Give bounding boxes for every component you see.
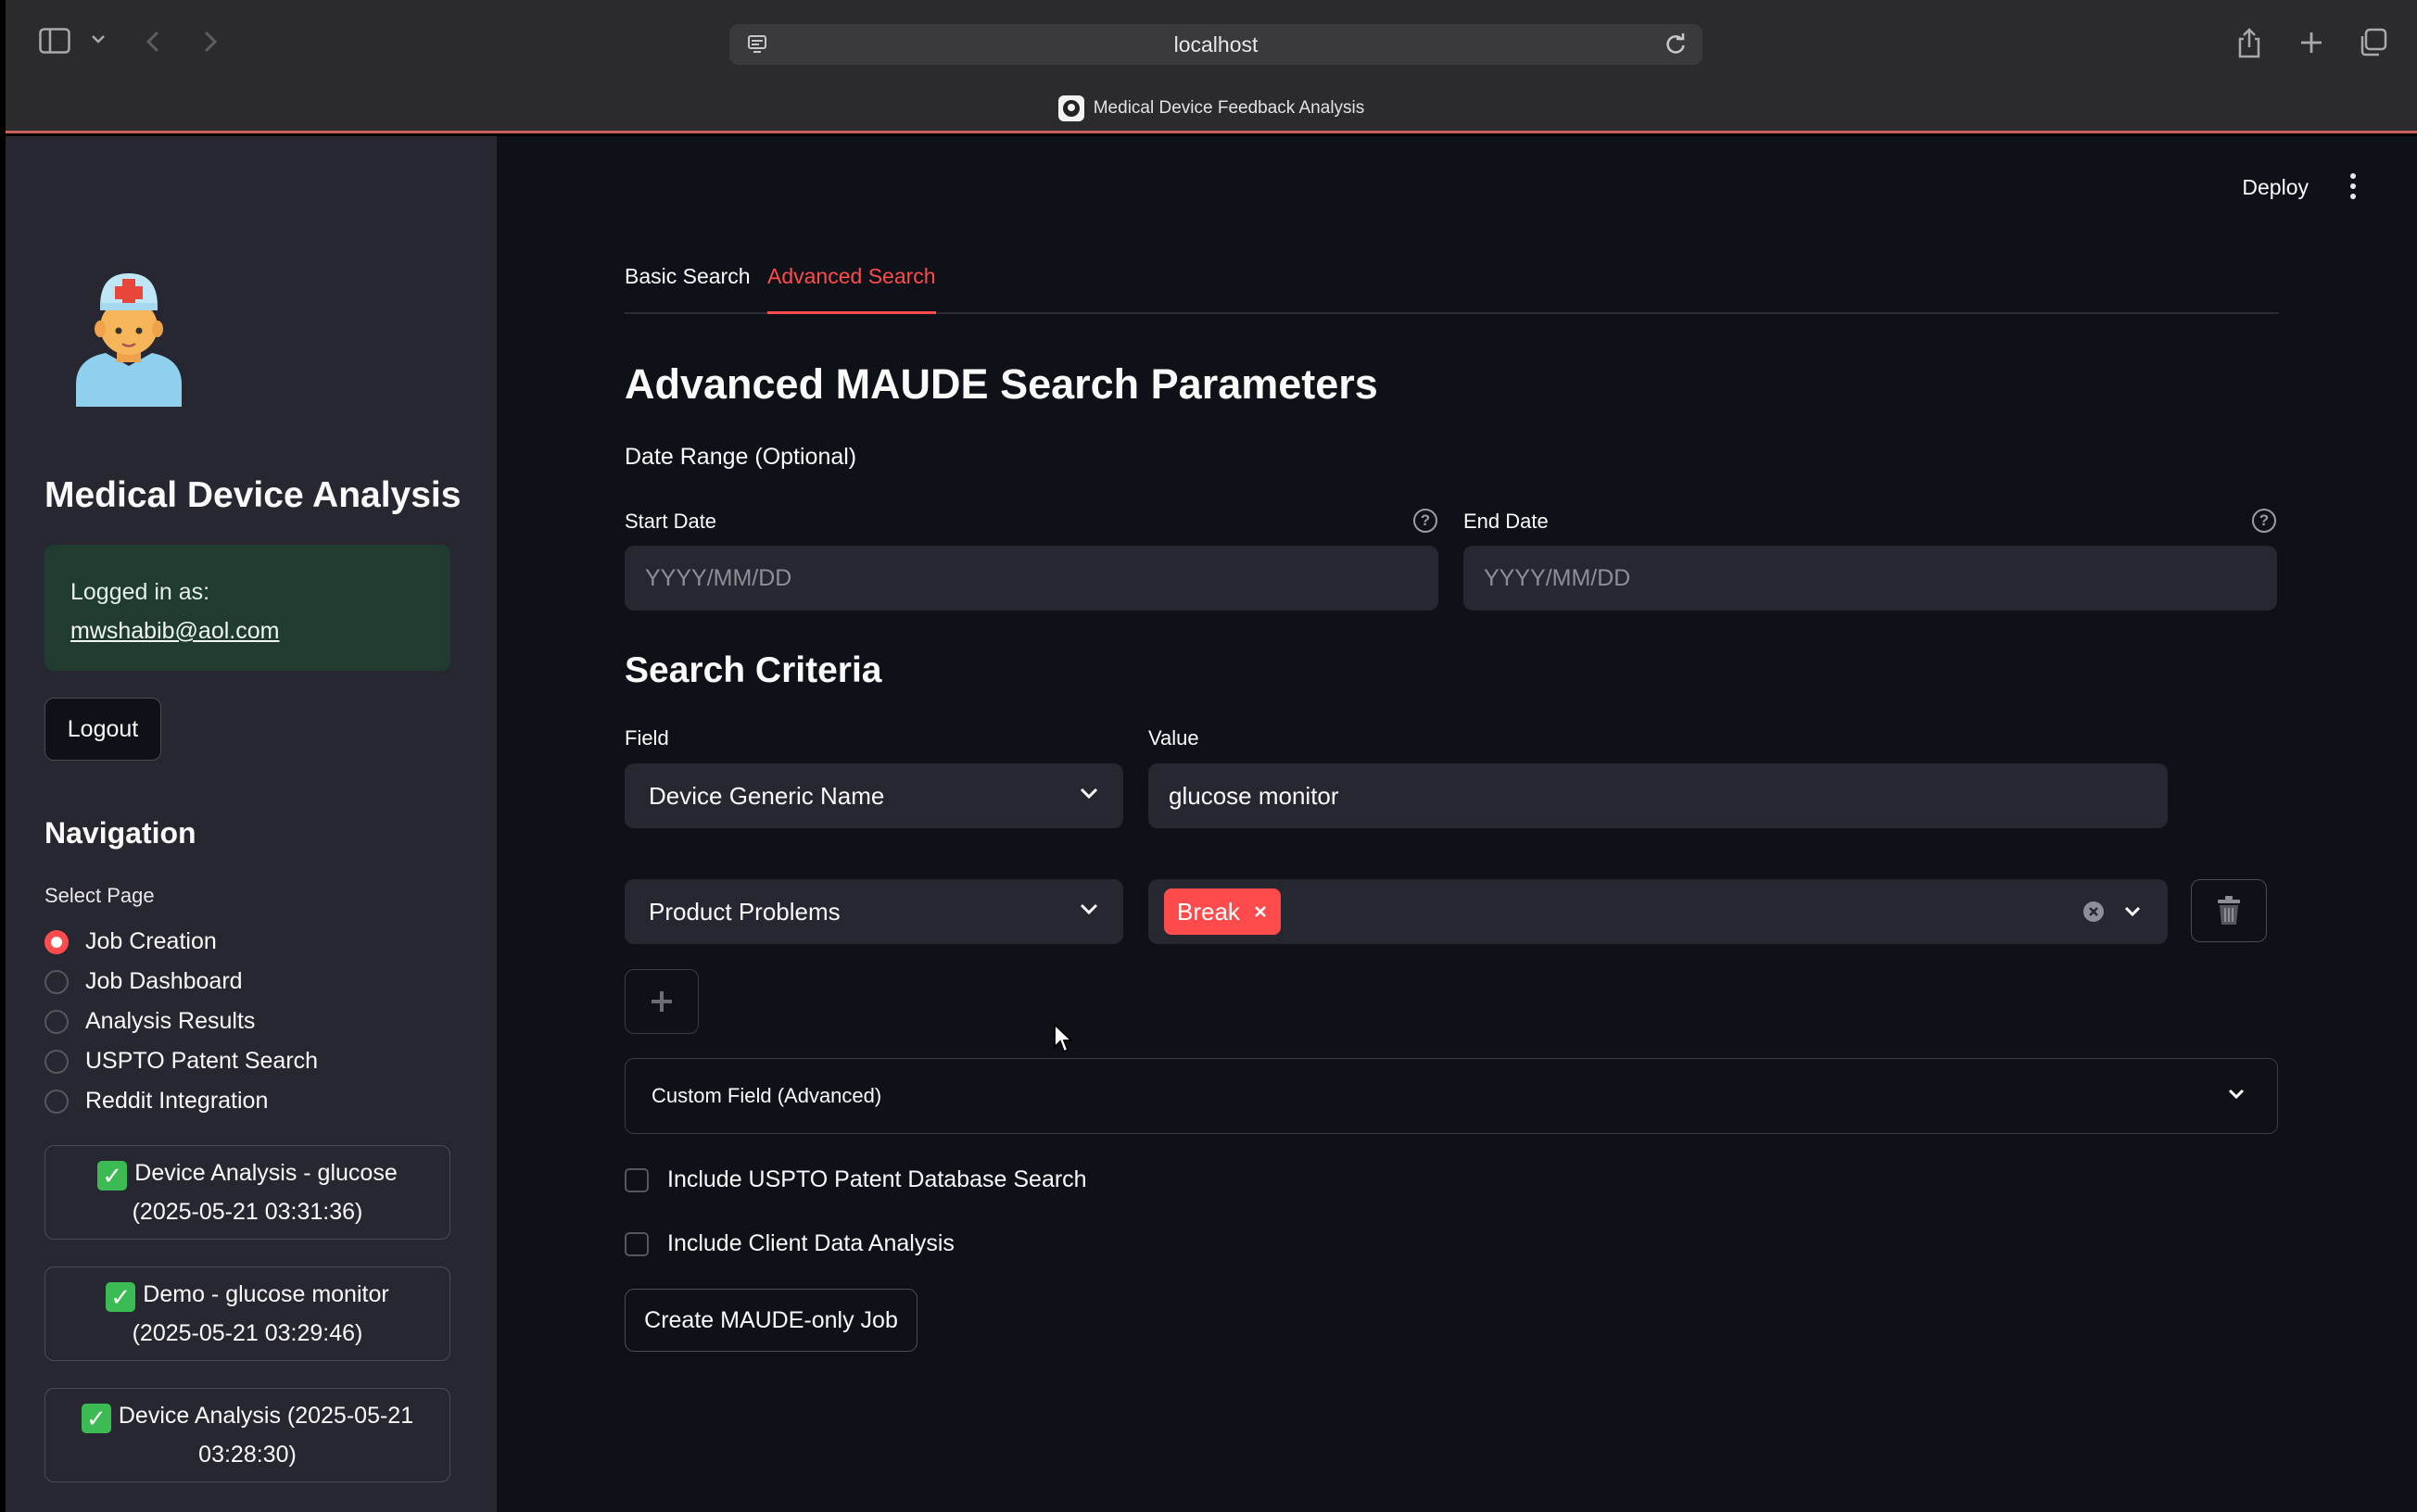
job-card[interactable]: ✓ Device Analysis - glucose (2025-05-21 0…: [44, 1145, 450, 1240]
app-favicon-icon: [1057, 95, 1084, 121]
job-title: Device Analysis - glucose: [134, 1160, 398, 1186]
forward-icon[interactable]: [202, 30, 219, 54]
main-content: Deploy Basic Search Advanced Search Adva…: [497, 136, 2417, 1512]
nav-radio-uspto-patent-search[interactable]: USPTO Patent Search: [44, 1048, 318, 1075]
app-title: Medical Device Analysis: [44, 475, 462, 515]
nav-radio-label: Job Dashboard: [85, 968, 243, 994]
chevron-down-icon[interactable]: [1079, 787, 1099, 800]
job-timestamp: (2025-05-21 03:31:36): [132, 1199, 363, 1225]
login-email-link[interactable]: mwshabib@aol.com: [70, 611, 424, 650]
delete-row-button[interactable]: [2191, 879, 2267, 942]
date-range-label: Date Range (Optional): [625, 444, 857, 470]
radio-icon[interactable]: [44, 1049, 69, 1074]
reload-icon[interactable]: [1664, 32, 1688, 61]
login-label: Logged in as:: [70, 579, 210, 605]
nav-radio-label: Reddit Integration: [85, 1088, 269, 1114]
logout-button[interactable]: Logout: [44, 698, 161, 761]
sidebar-toggle-icon[interactable]: [39, 28, 70, 54]
field-select-row1[interactable]: Device Generic Name: [625, 763, 1123, 828]
nav-radio-job-creation[interactable]: Job Creation: [44, 928, 217, 955]
radio-icon[interactable]: [44, 1009, 69, 1034]
nav-radio-label: Job Creation: [85, 928, 217, 954]
field-select-row2[interactable]: Product Problems: [625, 879, 1123, 944]
tab-overview-icon[interactable]: [2358, 28, 2387, 57]
chevron-down-icon[interactable]: [91, 33, 106, 44]
job-title: Device Analysis (2025-05-21: [118, 1403, 414, 1429]
add-criteria-button[interactable]: [625, 969, 699, 1034]
checkbox-icon[interactable]: [625, 1231, 649, 1256]
start-date-input[interactable]: YYYY/MM/DD: [625, 546, 1438, 611]
nav-radio-analysis-results[interactable]: Analysis Results: [44, 1008, 255, 1035]
job-timestamp: (2025-05-21 03:29:46): [132, 1320, 363, 1346]
radio-icon[interactable]: [44, 969, 69, 994]
radio-icon[interactable]: [44, 1089, 69, 1114]
search-criteria-heading: Search Criteria: [625, 650, 882, 690]
expander-label: Custom Field (Advanced): [652, 1084, 882, 1107]
browser-chrome: localhost Medical Device Feedback Analys…: [6, 0, 2417, 133]
end-date-input[interactable]: YYYY/MM/DD: [1463, 546, 2277, 611]
field-label: Field: [625, 726, 669, 750]
checkbox-label: Include USPTO Patent Database Search: [667, 1166, 1087, 1192]
help-icon[interactable]: ?: [1413, 509, 1437, 533]
search-tabs: Basic Search Advanced Search: [625, 264, 2279, 314]
custom-field-expander[interactable]: Custom Field (Advanced): [625, 1058, 2278, 1134]
nav-radio-job-dashboard[interactable]: Job Dashboard: [44, 968, 243, 995]
selected-tag: Break: [1164, 888, 1281, 935]
url-text: localhost: [1173, 32, 1259, 57]
job-card[interactable]: ✓ Demo - glucose monitor (2025-05-21 03:2…: [44, 1266, 450, 1361]
value-label: Value: [1148, 726, 1199, 750]
tab-basic-search[interactable]: Basic Search: [625, 264, 751, 314]
value-multiselect-row2[interactable]: [1148, 879, 2168, 944]
mouse-cursor-icon: [1054, 1023, 1074, 1053]
deploy-button[interactable]: Deploy: [2242, 175, 2309, 200]
field-select-value: Product Problems: [649, 897, 841, 926]
site-settings-icon[interactable]: [746, 33, 768, 60]
client-data-checkbox-row[interactable]: Include Client Data Analysis: [625, 1230, 955, 1257]
job-card[interactable]: ✓ Device Analysis (2025-05-21 03:28:30): [44, 1388, 450, 1482]
doctor-avatar-icon: [69, 266, 189, 411]
share-icon[interactable]: [2235, 28, 2263, 59]
chevron-down-icon[interactable]: [2227, 1088, 2246, 1100]
field-select-value: Device Generic Name: [649, 781, 885, 810]
remove-tag-icon[interactable]: [1253, 904, 1268, 919]
address-bar[interactable]: localhost: [729, 24, 1702, 65]
tab-title: Medical Device Feedback Analysis: [1093, 98, 1365, 118]
back-icon[interactable]: [145, 30, 161, 54]
check-mark-icon: ✓: [106, 1282, 136, 1312]
create-job-button[interactable]: Create MAUDE-only Job: [625, 1289, 917, 1352]
plus-icon: [652, 991, 672, 1012]
trash-icon: [2218, 896, 2240, 925]
login-info-box: Logged in as: mwshabib@aol.com: [44, 545, 450, 671]
navigation-heading: Navigation: [44, 816, 196, 850]
chevron-down-icon[interactable]: [2123, 905, 2142, 917]
job-timestamp: 03:28:30): [198, 1442, 297, 1468]
page-title: Advanced MAUDE Search Parameters: [625, 360, 1378, 408]
nav-radio-label: Analysis Results: [85, 1008, 256, 1034]
chevron-down-icon[interactable]: [1079, 902, 1099, 915]
job-title: Demo - glucose monitor: [143, 1281, 389, 1307]
check-mark-icon: ✓: [81, 1404, 111, 1433]
nav-radio-label: USPTO Patent Search: [85, 1048, 319, 1074]
end-date-label: End Date: [1463, 510, 1549, 533]
checkbox-icon[interactable]: [625, 1167, 649, 1192]
value-input-row1[interactable]: glucose monitor: [1148, 763, 2168, 828]
start-date-label: Start Date: [625, 510, 717, 533]
help-icon[interactable]: ?: [2252, 509, 2276, 533]
main-menu-icon[interactable]: [2348, 173, 2358, 199]
clear-all-icon[interactable]: [2082, 900, 2106, 924]
uspto-checkbox-row[interactable]: Include USPTO Patent Database Search: [625, 1166, 1087, 1193]
checkbox-label: Include Client Data Analysis: [667, 1230, 955, 1256]
select-page-label: Select Page: [44, 884, 155, 907]
nav-radio-reddit-integration[interactable]: Reddit Integration: [44, 1088, 268, 1115]
new-tab-icon[interactable]: [2298, 30, 2324, 56]
radio-selected-icon[interactable]: [44, 929, 69, 954]
sidebar: Medical Device Analysis Logged in as: mw…: [6, 136, 497, 1512]
tag-label: Break: [1177, 897, 1240, 926]
browser-tab[interactable]: Medical Device Feedback Analysis: [6, 95, 2417, 121]
tab-advanced-search[interactable]: Advanced Search: [767, 264, 936, 314]
check-mark-icon: ✓: [97, 1161, 128, 1191]
